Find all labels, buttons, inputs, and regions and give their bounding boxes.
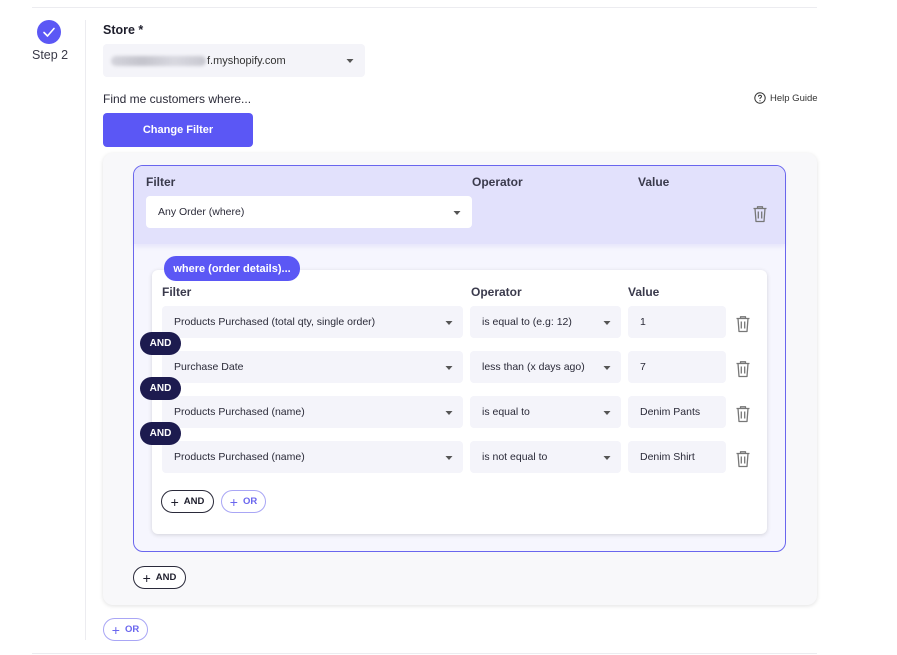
row-value-input[interactable]: Denim Shirt bbox=[628, 441, 726, 473]
store-label: Store * bbox=[103, 23, 144, 37]
row-operator-value: is not equal to bbox=[482, 451, 548, 463]
row-operator-value: is equal to bbox=[482, 406, 530, 418]
row-filter-select[interactable]: Products Purchased (total qty, single or… bbox=[162, 306, 463, 338]
add-or-label: OR bbox=[242, 496, 258, 507]
chevron-down-icon bbox=[603, 411, 611, 415]
chevron-down-icon bbox=[445, 456, 453, 460]
row-value-input[interactable]: Denim Pants bbox=[628, 396, 726, 428]
chevron-down-icon bbox=[603, 366, 611, 370]
and-connector-pill: AND bbox=[140, 332, 181, 355]
outer-add-or-button[interactable]: + OR bbox=[103, 618, 148, 641]
add-and-label: AND bbox=[183, 496, 205, 507]
plus-icon: + bbox=[170, 493, 179, 510]
top-value-header: Value bbox=[638, 175, 670, 189]
trash-icon[interactable] bbox=[735, 450, 751, 468]
help-guide-label: Help Guide bbox=[770, 92, 818, 104]
change-filter-button[interactable]: Change Filter bbox=[103, 113, 253, 147]
row-operator-select[interactable]: is not equal to bbox=[470, 441, 621, 473]
chevron-down-icon bbox=[445, 411, 453, 415]
step-connector-line bbox=[85, 20, 86, 640]
row-filter-select[interactable]: Purchase Date bbox=[162, 351, 463, 383]
check-icon bbox=[43, 27, 55, 37]
step-label: Step 2 bbox=[32, 48, 69, 62]
add-or-label: OR bbox=[124, 624, 140, 635]
row-filter-select[interactable]: Products Purchased (name) bbox=[162, 441, 463, 473]
plus-icon: + bbox=[229, 493, 238, 510]
chevron-down-icon bbox=[346, 59, 354, 63]
row-value-input[interactable]: 7 bbox=[628, 351, 726, 383]
and-connector-pill: AND bbox=[140, 422, 181, 445]
chevron-down-icon bbox=[603, 321, 611, 325]
help-guide-link[interactable]: Help Guide bbox=[754, 92, 818, 104]
bottom-divider bbox=[32, 653, 817, 654]
trash-icon[interactable] bbox=[735, 405, 751, 423]
redacted-store-name bbox=[111, 55, 206, 66]
store-value: f.myshopify.com bbox=[207, 54, 286, 67]
chevron-down-icon bbox=[603, 456, 611, 460]
add-and-label: AND bbox=[155, 572, 177, 583]
row-filter-value: Purchase Date bbox=[174, 361, 244, 373]
row-filter-select[interactable]: Products Purchased (name) bbox=[162, 396, 463, 428]
row-operator-select[interactable]: is equal to bbox=[470, 396, 621, 428]
row-value-input[interactable]: 1 bbox=[628, 306, 726, 338]
sub-value-header: Value bbox=[628, 285, 660, 299]
step-complete-indicator bbox=[37, 20, 61, 44]
top-divider bbox=[32, 7, 817, 8]
sub-operator-header: Operator bbox=[471, 285, 522, 299]
plus-icon: + bbox=[111, 621, 120, 638]
row-operator-select[interactable]: is equal to (e.g: 12) bbox=[470, 306, 621, 338]
group-add-and-button[interactable]: + AND bbox=[133, 566, 186, 589]
chevron-down-icon bbox=[453, 211, 461, 215]
subgroup-add-or-button[interactable]: + OR bbox=[221, 490, 266, 513]
row-operator-select[interactable]: less than (x days ago) bbox=[470, 351, 621, 383]
store-select[interactable]: f.myshopify.com bbox=[103, 44, 365, 77]
help-circle-icon bbox=[754, 92, 766, 104]
sub-filter-header: Filter bbox=[162, 285, 192, 299]
row-filter-value: Products Purchased (name) bbox=[174, 451, 305, 463]
trash-icon[interactable] bbox=[735, 360, 751, 378]
subgroup-add-and-button[interactable]: + AND bbox=[161, 490, 214, 513]
chevron-down-icon bbox=[445, 321, 453, 325]
chevron-down-icon bbox=[445, 366, 453, 370]
and-connector-pill: AND bbox=[140, 377, 181, 400]
row-operator-value: is equal to (e.g: 12) bbox=[482, 316, 572, 328]
top-filter-value: Any Order (where) bbox=[158, 206, 245, 218]
subgroup-tag: where (order details)... bbox=[164, 256, 300, 281]
trash-icon[interactable] bbox=[735, 315, 751, 333]
row-filter-value: Products Purchased (name) bbox=[174, 406, 305, 418]
trash-icon[interactable] bbox=[752, 205, 768, 223]
top-filter-select[interactable]: Any Order (where) bbox=[146, 196, 472, 228]
row-filter-value: Products Purchased (total qty, single or… bbox=[174, 316, 376, 328]
plus-icon: + bbox=[142, 569, 151, 586]
filter-intro-text: Find me customers where... bbox=[103, 92, 252, 106]
row-operator-value: less than (x days ago) bbox=[482, 361, 585, 373]
top-operator-header: Operator bbox=[472, 175, 523, 189]
top-filter-header: Filter bbox=[146, 175, 176, 189]
